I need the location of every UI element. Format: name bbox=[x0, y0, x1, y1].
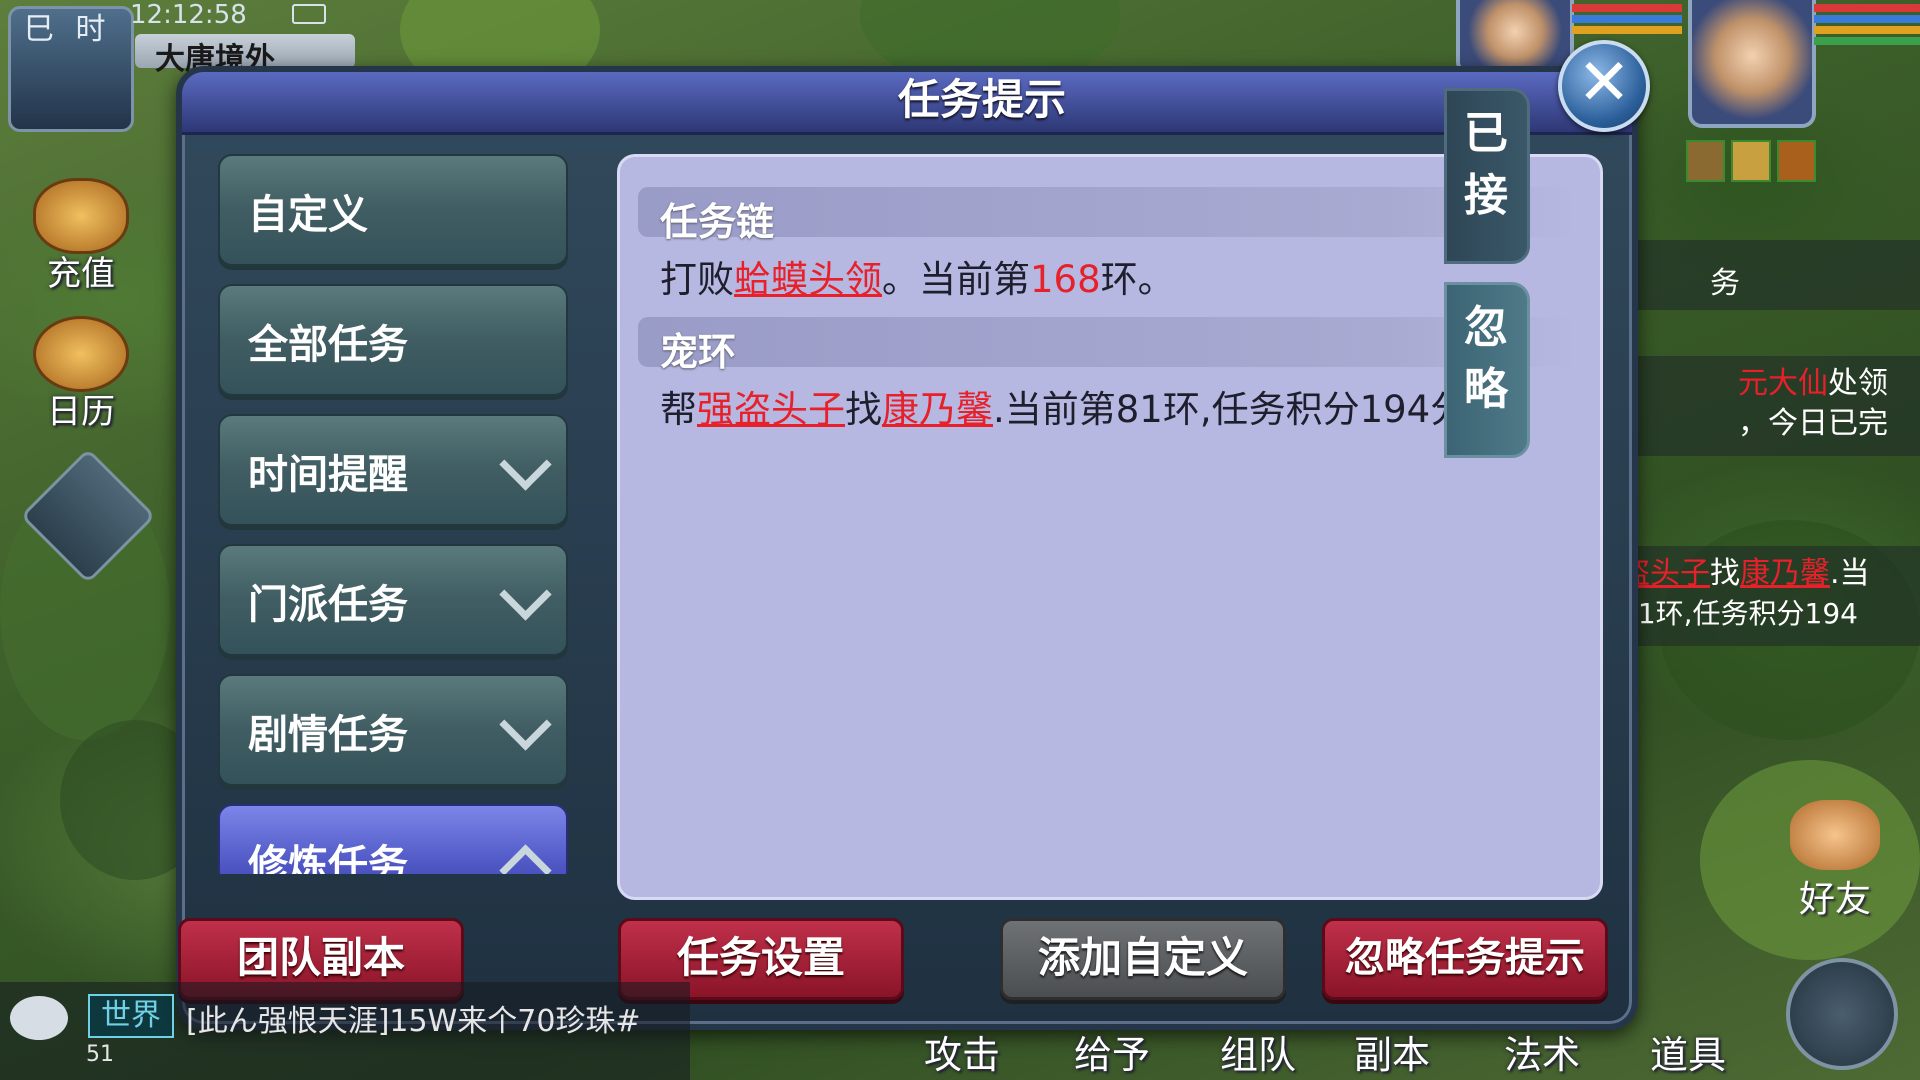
chat-message: [此ん强恨天涯]15W来个70珍珠# bbox=[186, 1004, 641, 1039]
npc-link[interactable]: 康乃馨 bbox=[882, 388, 993, 431]
category-sect-tasks[interactable]: 门派任务 bbox=[218, 544, 568, 656]
task-text: 环。 bbox=[1100, 258, 1175, 301]
tab-accepted-label: 已接 bbox=[1464, 108, 1508, 221]
chat-bubble-icon[interactable] bbox=[10, 996, 68, 1040]
tab-ignored[interactable]: 忽略 bbox=[1444, 282, 1530, 458]
tracker-text: ，今日已完 bbox=[1738, 406, 1888, 441]
task-text: 打败 bbox=[660, 258, 734, 301]
calendar-label: 日历 bbox=[47, 392, 115, 432]
tracker-text: 找 bbox=[1710, 556, 1740, 591]
friend-label: 好友 bbox=[1798, 879, 1871, 920]
menu-skill[interactable]: 法术 bbox=[1504, 1024, 1580, 1079]
buff-icon[interactable] bbox=[1776, 140, 1816, 182]
handshake-icon bbox=[1790, 800, 1880, 870]
system-clock: 12:12:58 bbox=[130, 0, 247, 30]
tracker-npc-to[interactable]: 康乃馨 bbox=[1740, 556, 1830, 591]
chat-count: 51 bbox=[86, 1042, 114, 1067]
section-title: 宠环 bbox=[660, 330, 737, 374]
task-chain-description: 打败蛤蟆头领。当前第168环。 bbox=[660, 249, 1175, 303]
menu-dungeon[interactable]: 副本 bbox=[1354, 1024, 1430, 1079]
tab-accepted[interactable]: 已接 bbox=[1444, 88, 1530, 264]
tab-ignored-label: 忽略 bbox=[1464, 302, 1508, 415]
target-link[interactable]: 蛤蟆头领 bbox=[734, 258, 882, 301]
menu-team[interactable]: 组队 bbox=[1220, 1024, 1296, 1079]
task-category-list: 自定义 全部任务 时间提醒 门派任务 剧情任务 修炼任务 bbox=[218, 154, 568, 874]
npc-link[interactable]: 强盗头子 bbox=[697, 388, 845, 431]
task-tracker-tab[interactable]: 务 bbox=[1630, 240, 1920, 310]
pet-portrait[interactable] bbox=[1456, 0, 1574, 74]
task-tracker-entry-1[interactable]: 元大仙处领 ，今日已完 bbox=[1630, 356, 1920, 456]
tracker-text: 处领 bbox=[1828, 366, 1888, 401]
chevron-up-icon bbox=[499, 844, 552, 874]
dialog-title-bar: 任务提示 bbox=[182, 72, 1632, 135]
buff-icons[interactable] bbox=[1686, 140, 1816, 182]
task-tracker-tab-label: 务 bbox=[1710, 266, 1740, 301]
ignore-task-hint-button[interactable]: 忽略任务提示 bbox=[1322, 918, 1608, 1000]
category-custom[interactable]: 自定义 bbox=[218, 154, 568, 266]
calendar-button[interactable]: 日历 bbox=[26, 316, 136, 432]
category-training-tasks[interactable]: 修炼任务 bbox=[218, 804, 568, 874]
player-status-bars bbox=[1814, 4, 1920, 45]
category-label: 时间提醒 bbox=[248, 452, 408, 498]
menu-attack[interactable]: 攻击 bbox=[924, 1024, 1000, 1079]
task-text: 找 bbox=[845, 388, 882, 431]
chat-channel-badge[interactable]: 世界 bbox=[88, 994, 174, 1038]
calendar-icon bbox=[33, 316, 129, 392]
menu-items[interactable]: 道具 bbox=[1650, 1024, 1726, 1079]
category-label: 门派任务 bbox=[248, 582, 408, 628]
category-label: 剧情任务 bbox=[248, 712, 408, 758]
player-portrait[interactable] bbox=[1688, 0, 1816, 128]
buff-icon[interactable] bbox=[1686, 140, 1726, 182]
tracker-text: .当 bbox=[1830, 556, 1870, 591]
category-label: 全部任务 bbox=[248, 322, 408, 368]
chevron-down-icon bbox=[499, 568, 552, 621]
task-text: .当前第81环,任务积分194分。 bbox=[993, 388, 1505, 431]
pet-status-bars bbox=[1572, 4, 1682, 44]
task-tracker-entry-2[interactable]: 盗头子找康乃馨.当 81环,任务积分194 bbox=[1620, 546, 1920, 646]
close-icon[interactable]: ✕ bbox=[1558, 40, 1650, 132]
task-content-panel: 任务链 打败蛤蟆头领。当前第168环。 宠环 帮强盗头子找康乃馨.当前第81环,… bbox=[617, 154, 1603, 900]
buff-icon[interactable] bbox=[1731, 140, 1771, 182]
add-custom-button[interactable]: 添加自定义 bbox=[1000, 918, 1286, 1000]
treasure-chest-icon bbox=[33, 178, 129, 254]
round-number: 168 bbox=[1030, 258, 1101, 301]
section-header-task-chain: 任务链 bbox=[638, 187, 1578, 244]
battery-icon bbox=[292, 4, 326, 24]
tracker-text: 81环,任务积分194 bbox=[1620, 597, 1858, 630]
menu-give[interactable]: 给予 bbox=[1074, 1024, 1150, 1079]
shichen-label: 巳 时 bbox=[24, 12, 112, 47]
category-label: 自定义 bbox=[248, 192, 368, 238]
recharge-label: 充值 bbox=[47, 254, 115, 294]
section-title: 任务链 bbox=[660, 200, 775, 244]
recharge-button[interactable]: 充值 bbox=[26, 178, 136, 294]
chevron-down-icon bbox=[499, 698, 552, 751]
chat-bar[interactable]: 世界 [此ん强恨天涯]15W来个70珍珠# 51 bbox=[0, 982, 690, 1080]
category-all-tasks[interactable]: 全部任务 bbox=[218, 284, 568, 396]
section-header-pet-chain: 宠环 bbox=[638, 317, 1578, 374]
task-text: 帮 bbox=[660, 388, 697, 431]
task-hint-dialog: 任务提示 ✕ 自定义 全部任务 时间提醒 门派任务 剧情任务 修炼任务 任务链 bbox=[176, 40, 1650, 1030]
category-story-tasks[interactable]: 剧情任务 bbox=[218, 674, 568, 786]
refresh-icon[interactable] bbox=[1786, 958, 1898, 1070]
dialog-title: 任务提示 bbox=[897, 75, 1066, 124]
location-name: 大唐境外 bbox=[135, 34, 355, 77]
category-time-reminder[interactable]: 时间提醒 bbox=[218, 414, 568, 526]
pet-chain-description: 帮强盗头子找康乃馨.当前第81环,任务积分194分。 bbox=[660, 379, 1504, 433]
friend-button[interactable]: 好友 bbox=[1780, 800, 1890, 922]
chevron-down-icon bbox=[499, 438, 552, 491]
task-text: 。当前第 bbox=[882, 258, 1030, 301]
tracker-npc-name[interactable]: 元大仙 bbox=[1738, 366, 1828, 401]
category-label: 修炼任务 bbox=[248, 842, 408, 874]
